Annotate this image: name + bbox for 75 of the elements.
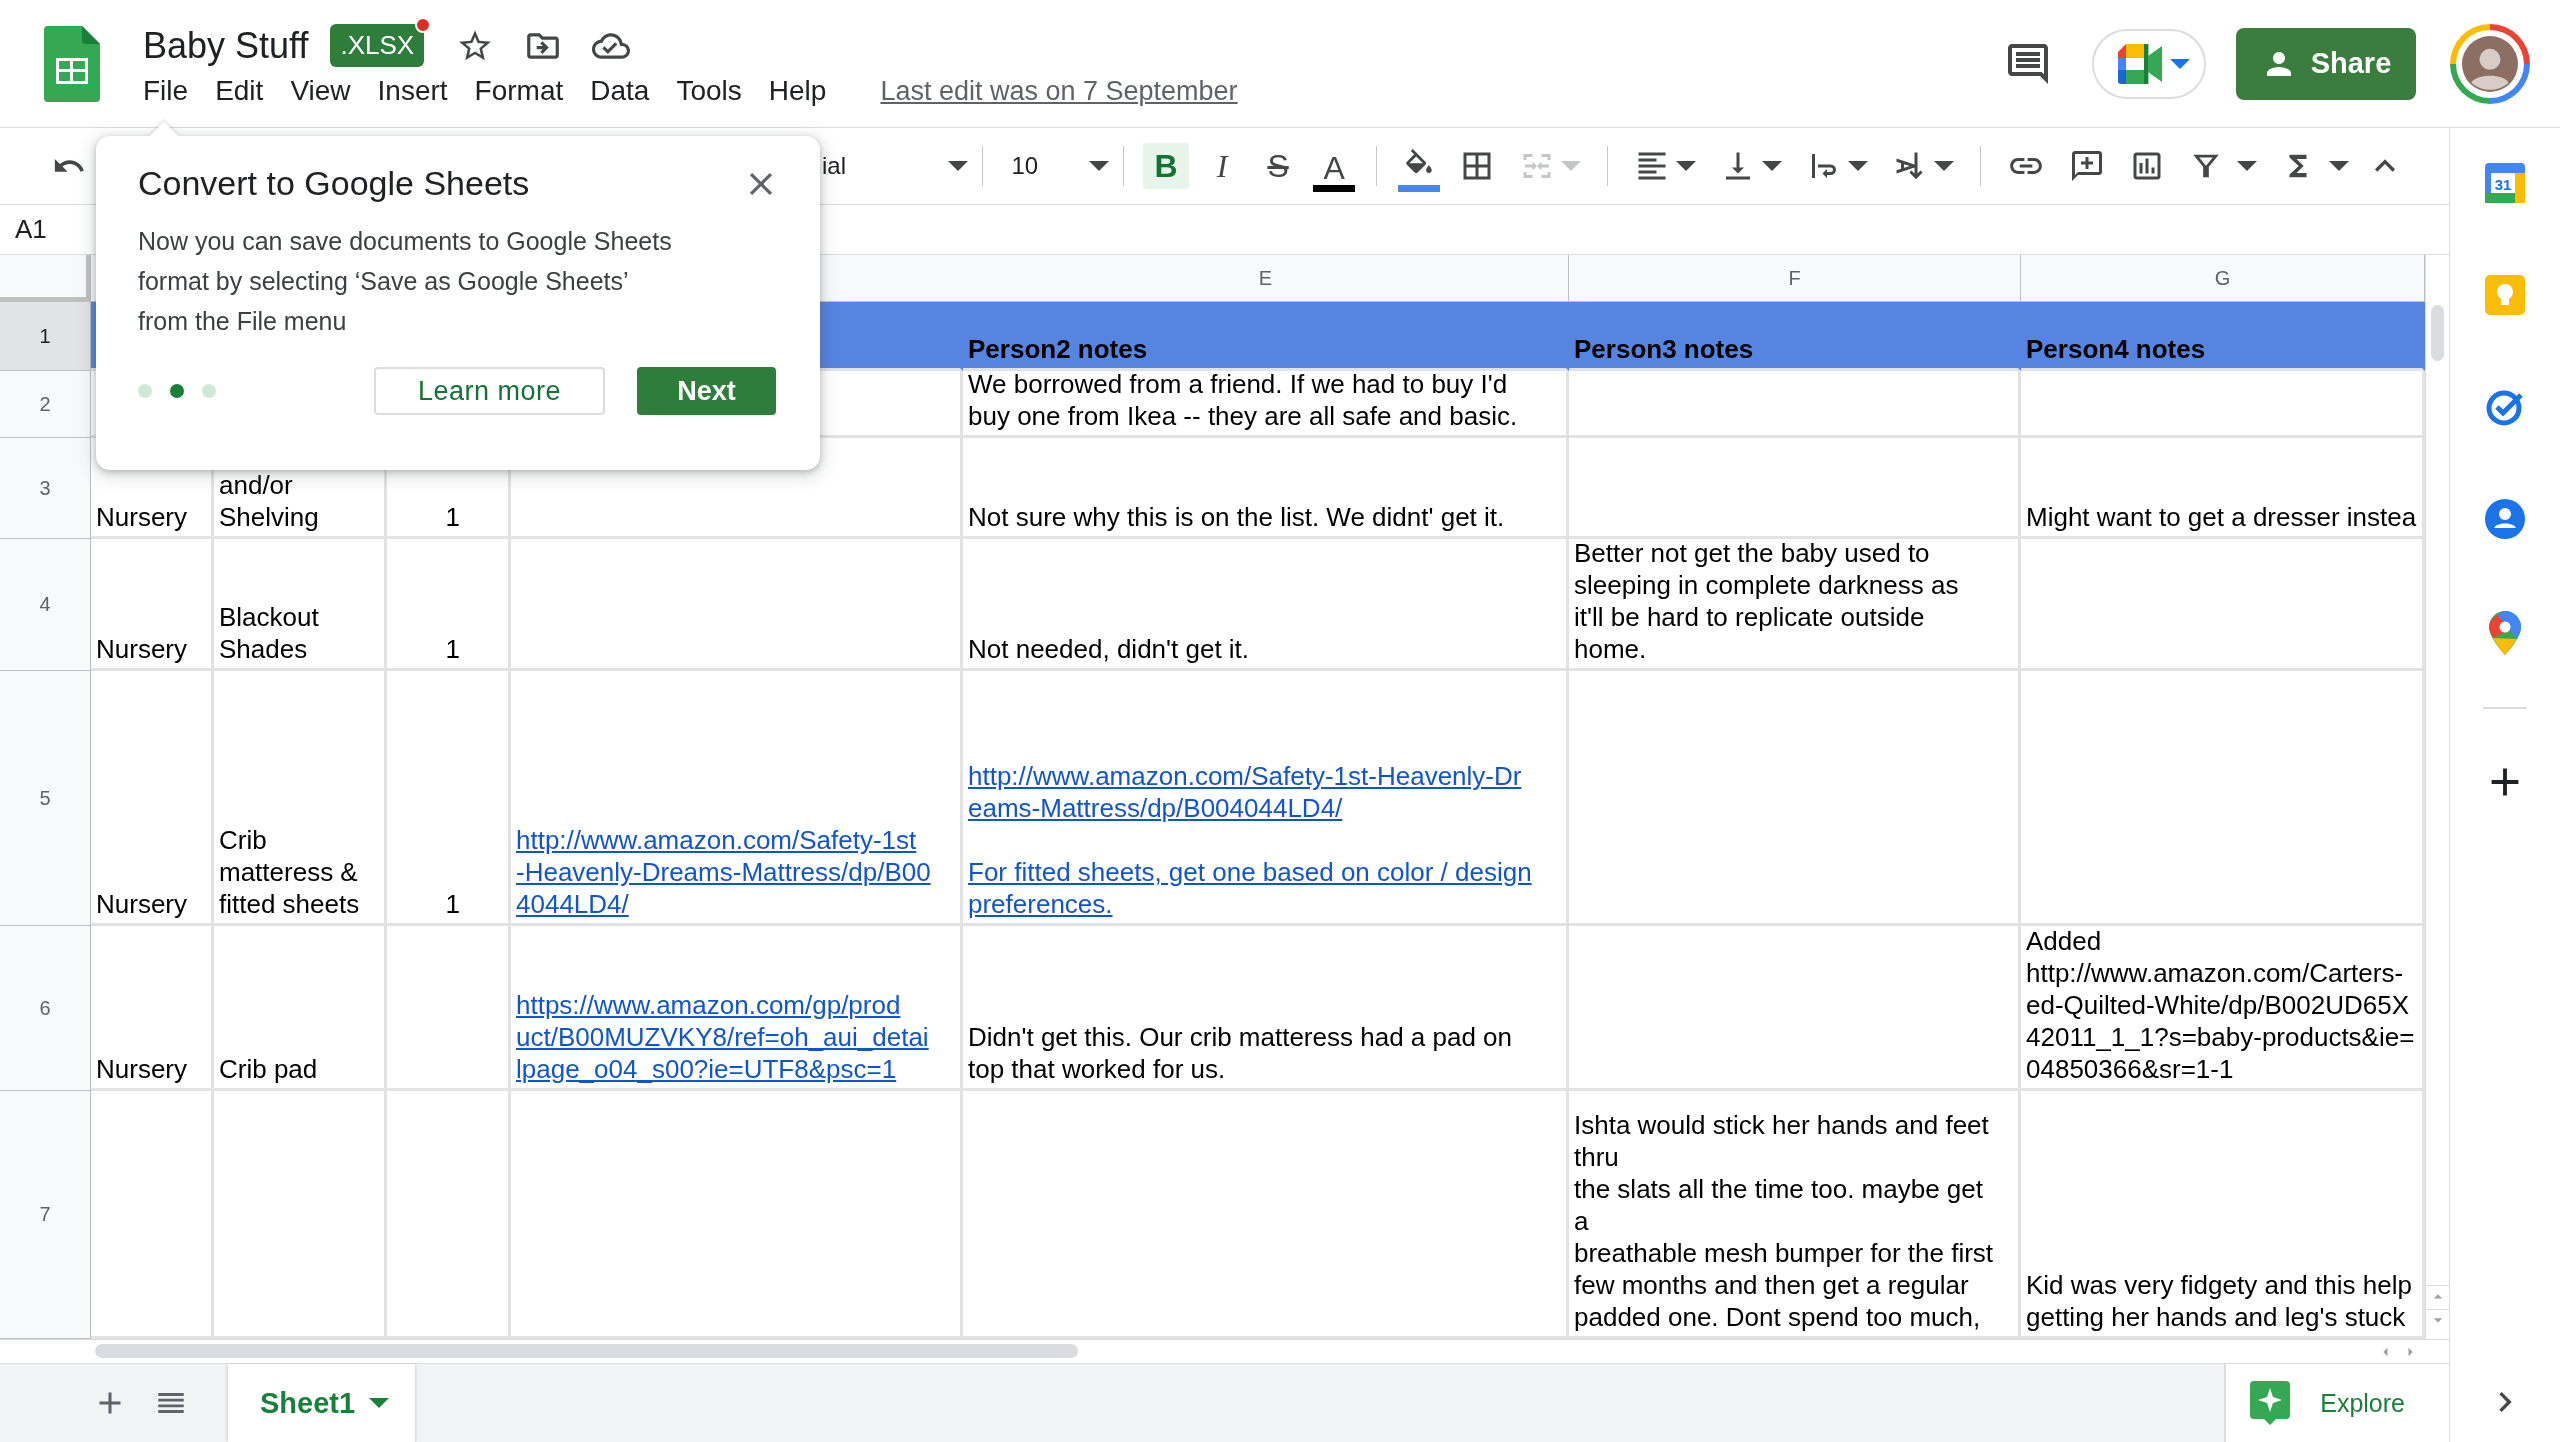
table-cell: Not sure why this is on the list. We didnt' get it. [963,438,1569,539]
table-cell: Might want to get a dresser instea [2021,438,2425,539]
table-cell: Blackout Shades [214,539,387,671]
italic-button[interactable]: I [1199,143,1246,189]
menu-item[interactable]: Tools [676,73,755,109]
explore-button[interactable]: Explore [2224,1364,2449,1442]
caret-icon [369,1398,390,1408]
menu-item[interactable]: Format [474,73,577,109]
row-header[interactable]: 2 [0,371,91,438]
table-cell: 1 [387,671,511,926]
caret-icon [948,161,969,171]
font-size-select[interactable]: 10 [1011,144,1110,188]
caret-icon [2328,161,2349,171]
next-button[interactable]: Next [637,367,776,415]
table-cell: Nursery [91,539,214,671]
table-cell: Person3 notes [1569,302,2021,371]
menu-item[interactable]: View [290,73,364,109]
name-box[interactable]: A1 [15,214,47,245]
learn-more-button[interactable]: Learn more [374,367,605,415]
table-cell: Not needed, didn't get it. [963,539,1569,671]
menu-item[interactable]: Insert [377,73,461,109]
menu-item[interactable]: Edit [215,73,277,109]
document-title[interactable]: Baby Stuff [143,24,309,67]
caret-icon [1561,161,1581,171]
table-cell: Nursery [91,926,214,1091]
table-cell: Nursery [91,671,214,926]
link[interactable]: For fitted sheets, get one based on color / design preferences. [968,856,1562,920]
map-pin-icon[interactable] [2489,611,2521,655]
caret-icon [1848,161,1868,171]
table-cell: Person2 notes [963,302,1569,371]
sheets-logo[interactable] [44,25,100,102]
caret-icon [1676,161,1696,171]
menu-item[interactable]: File [143,73,202,109]
row-header[interactable]: 5 [0,671,91,926]
menu-item[interactable]: Data [590,73,663,109]
file-format-badge[interactable]: .XLSX [330,24,425,67]
row-header[interactable]: 4 [0,539,91,671]
person-icon[interactable] [2485,499,2525,539]
strike-button[interactable]: S [1255,143,1302,189]
text-color-button[interactable]: A [1311,138,1358,194]
menu-item[interactable]: Help [768,73,840,109]
caret-icon [2170,58,2190,69]
last-edit-link[interactable]: Last edit was on 7 September [880,75,1238,107]
link[interactable]: http://www.amazon.com/Safety-1st -Heavenly-Dreams-Mattress/dp/B00 4044LD4/ [516,824,956,920]
table-cell: Better not get the baby used to sleeping in complete darkness as it'll be hard to replicate outside home. [1569,539,2021,671]
popup-message: Now you can save documents to Google Sheets format by selecting ‘Save as Google Sheets’ from the File menu [138,226,673,337]
table-cell: Crib pad [214,926,387,1091]
calendar-icon[interactable]: 31 [2485,163,2525,203]
table-cell: Person4 notes [2021,302,2425,371]
share-button[interactable]: Share [2236,27,2416,100]
row-header[interactable]: 7 [0,1091,91,1339]
caret-icon [2236,161,2257,171]
scrollbar-thumb[interactable] [95,1344,1078,1358]
row-header[interactable]: 3 [0,438,91,539]
caret-icon [1089,161,1110,171]
bold-button[interactable]: B [1143,143,1190,189]
caret-icon [1762,161,1782,171]
table-cell: We borrowed from a friend. If we had to buy I'd buy one from Ikea -- they are all safe and basic. [963,371,1569,438]
link[interactable]: https://www.amazon.com/gp/prod uct/B00MUZVKY8/ref=oh_aui_detai lpage_o04_s00?ie=UTF8&psc=1 [516,989,956,1085]
table-cell: Didn't get this. Our crib matteress had a pad on top that worked for us. [963,926,1569,1091]
row-header[interactable]: 6 [0,926,91,1091]
popup-title: Convert to Google Sheets [138,164,530,203]
font-select[interactable]: ial [822,144,969,188]
table-cell: Added http://www.amazon.com/Carters- ed-Quilted-White/dp/B002UD65X 42011_1_1?s=baby-products&ie= 04850366&sr=1-1 [2021,926,2425,1091]
table-cell: Ishta would stick her hands and feet thru the slats all the time too. maybe get a breathable mesh bumper for the first few months and then get a regular padded one. Dont spend too much, [1569,1091,2021,1339]
row-header[interactable]: 1 [0,302,91,371]
table-cell: 1 [387,539,511,671]
table-cell: Kid was very fidgety and this help getting her hands and leg's stuck [2021,1091,2425,1339]
caret-icon [1934,161,1954,171]
sheet-tab[interactable]: Sheet1 [228,1364,416,1442]
link[interactable]: http://www.amazon.com/Safety-1st-Heavenly-Dr eams-Mattress/dp/B004044LD4/ [968,760,1562,824]
table-cell: Crib matteress & fitted sheets [214,671,387,926]
meet-button[interactable] [2092,28,2206,99]
scrollbar-thumb[interactable] [2431,305,2444,361]
sparkle-icon [2250,1381,2291,1425]
